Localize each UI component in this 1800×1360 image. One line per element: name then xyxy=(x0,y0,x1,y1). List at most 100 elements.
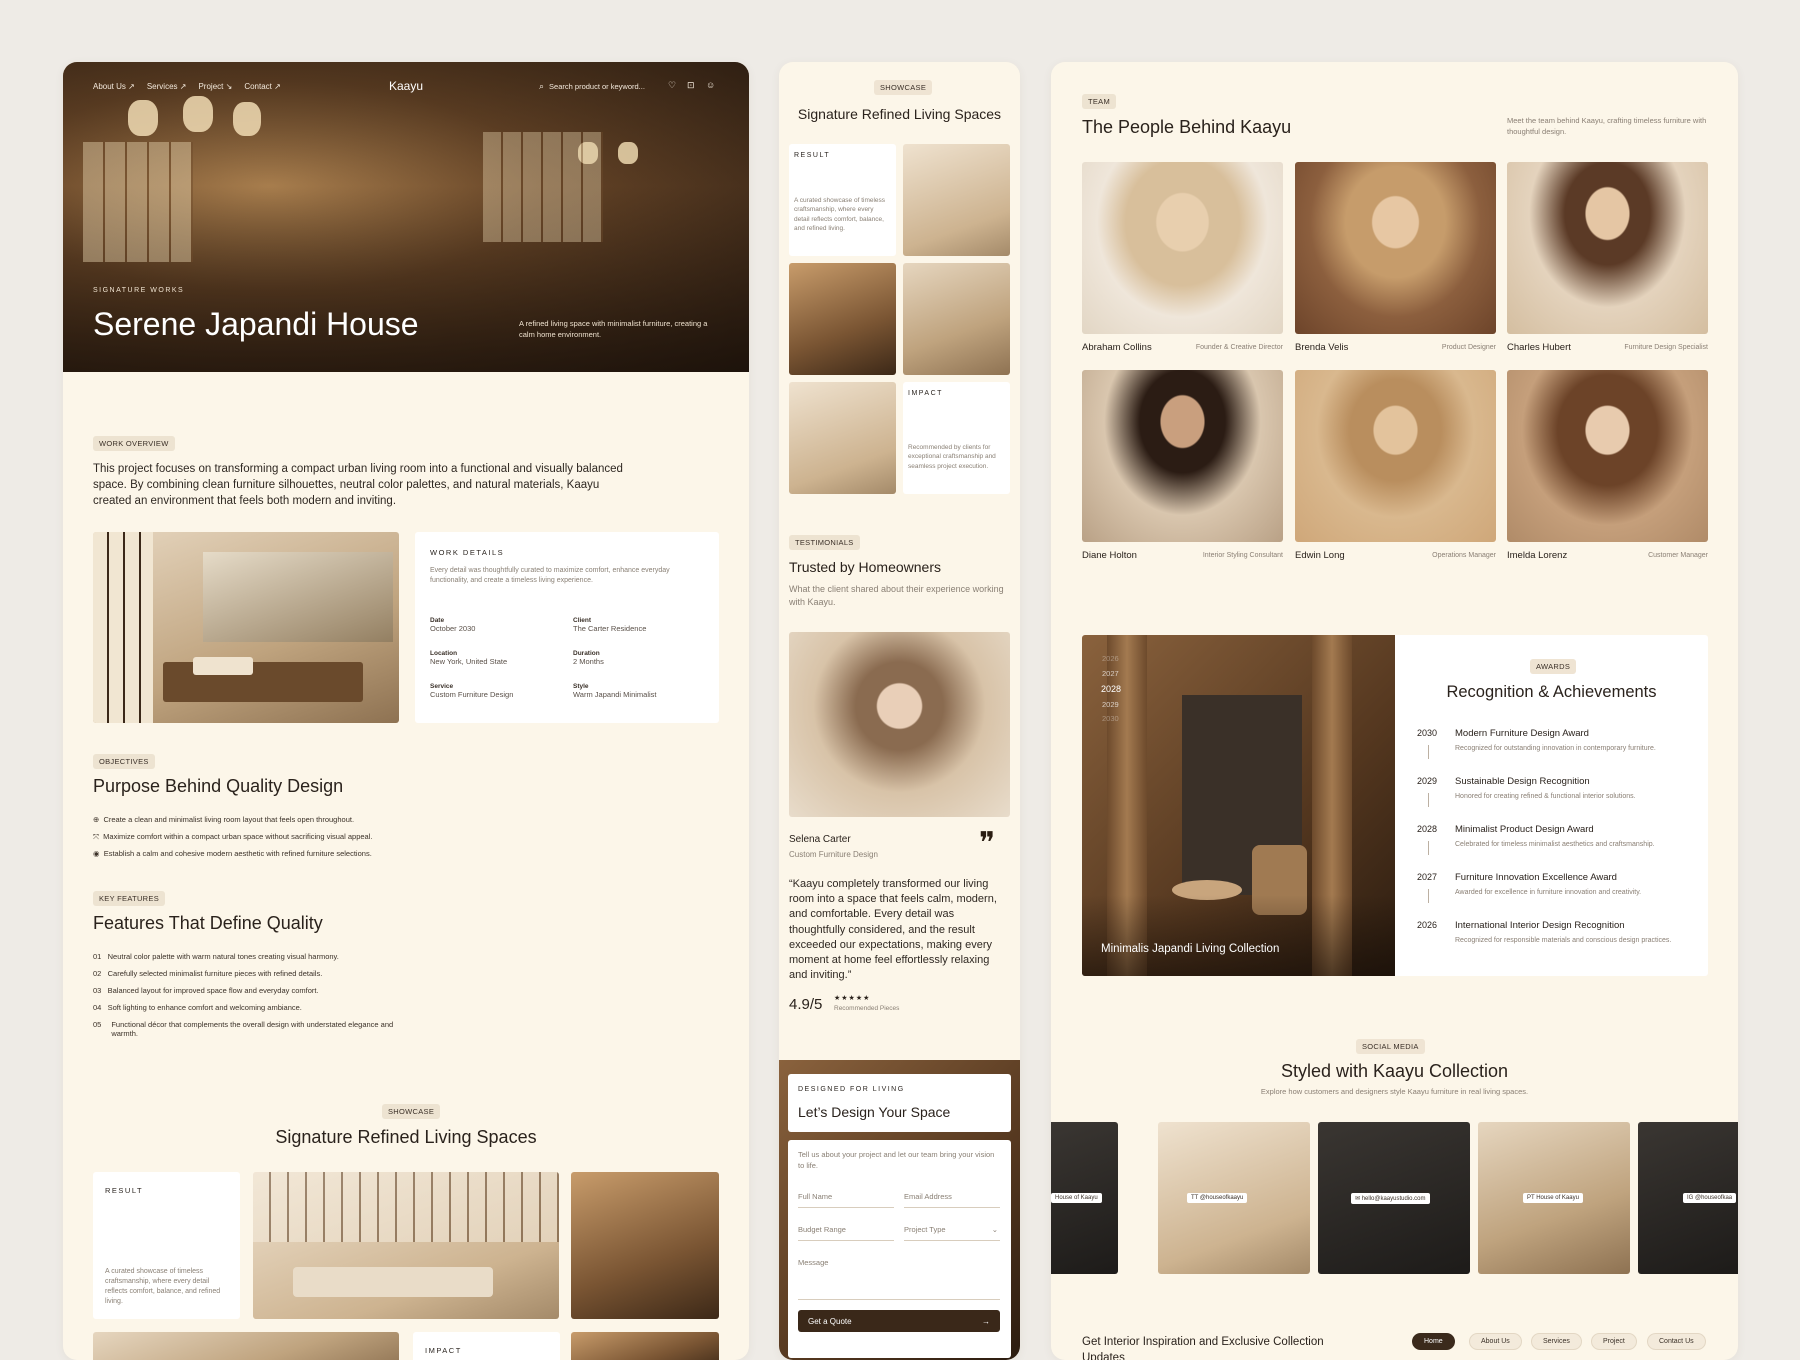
social-title: Styled with Kaayu Collection xyxy=(1280,1061,1509,1081)
message-field[interactable]: Message xyxy=(798,1258,1000,1300)
impact-label: IMPACT xyxy=(908,390,943,397)
full-name-field[interactable]: Full Name xyxy=(798,1192,894,1208)
email-field[interactable]: Email Address xyxy=(904,1192,1000,1208)
impact-label: IMPACT xyxy=(425,1346,462,1355)
social-subtitle: Explore how customers and designers styl… xyxy=(1260,1087,1529,1096)
award-desc: Recognized for responsible materials and… xyxy=(1455,937,1672,944)
member-name: Brenda Velis xyxy=(1295,342,1349,353)
showcase-image xyxy=(903,263,1010,375)
contact-eyebrow: DESIGNED FOR LIVING xyxy=(798,1086,905,1093)
project-type-select[interactable]: Project Type ⌄ xyxy=(904,1225,1000,1241)
footer-nav-about[interactable]: About Us xyxy=(1469,1333,1522,1350)
features-title: Features That Define Quality xyxy=(93,913,323,933)
member-name: Charles Hubert xyxy=(1507,342,1571,353)
work-details-desc: Every detail was thoughtfully curated to… xyxy=(430,567,670,585)
member-photo xyxy=(1082,162,1283,334)
overview-image xyxy=(93,532,399,723)
showcase-tag: SHOWCASE xyxy=(382,1104,441,1119)
award-year: 2030 xyxy=(1417,728,1438,738)
awards-tag: AWARDS xyxy=(1530,659,1577,674)
social-handle: IG @houseofkaa xyxy=(1683,1193,1737,1203)
project-detail-page: About Us ↗ Services ↗ Project ↘ Contact … xyxy=(63,62,749,1360)
footer-nav-services[interactable]: Services xyxy=(1531,1333,1582,1350)
member-name: Imelda Lorenz xyxy=(1507,550,1568,561)
footer-nav-project[interactable]: Project xyxy=(1591,1333,1637,1350)
award-year: 2027 xyxy=(1417,872,1438,882)
showcase-image xyxy=(903,144,1010,256)
team-title: The People Behind Kaayu xyxy=(1082,117,1292,137)
award-title: Sustainable Design Recognition xyxy=(1455,776,1590,787)
search-bar[interactable]: ⌕ Search product or keyword... xyxy=(539,81,645,92)
detail-service: Service Custom Furniture Design xyxy=(430,683,514,699)
awards-image-caption: Minimalis Japandi Living Collection xyxy=(1101,943,1280,955)
social-tag: SOCIAL MEDIA xyxy=(1356,1039,1425,1054)
social-handle: ✉ hello@kaayustudio.com xyxy=(1351,1193,1430,1204)
award-title: Minimalist Product Design Award xyxy=(1455,824,1594,835)
member-photo xyxy=(1082,370,1283,542)
award-desc: Recognized for outstanding innovation in… xyxy=(1455,745,1656,752)
showcase-image-bottom xyxy=(93,1332,399,1360)
user-icon[interactable]: ☺ xyxy=(706,80,715,90)
showcase-title: Signature Refined Living Spaces xyxy=(797,106,1002,122)
objectives-title: Purpose Behind Quality Design xyxy=(93,776,344,796)
timeline-year: 2026 xyxy=(1102,654,1119,663)
rating-score: 4.9/5 xyxy=(789,996,823,1013)
work-details-card: WORK DETAILS Every detail was thoughtful… xyxy=(415,532,719,723)
awards-title: Recognition & Achievements xyxy=(1446,683,1657,701)
impact-card: IMPACT xyxy=(413,1332,560,1360)
footer-nav-home[interactable]: Home xyxy=(1412,1333,1455,1350)
award-title: International Interior Design Recognitio… xyxy=(1455,920,1625,931)
contact-title: Let’s Design Your Space xyxy=(798,1104,951,1120)
team-tag: TEAM xyxy=(1082,94,1117,109)
rating-caption: Recommended Pieces xyxy=(834,1005,900,1012)
showcase-image-main xyxy=(253,1172,559,1319)
detail-style: Style Warm Japandi Minimalist xyxy=(573,683,657,699)
member-role: Interior Styling Consultant xyxy=(1202,552,1283,559)
testimonials-subtitle: What the client shared about their exper… xyxy=(789,584,1004,607)
testimonial-role: Custom Furniture Design xyxy=(789,850,878,859)
award-desc: Celebrated for timeless minimalist aesth… xyxy=(1455,841,1655,848)
nav-contact[interactable]: Contact ↗ xyxy=(244,82,281,91)
brand-logo[interactable]: Kaayu xyxy=(389,79,423,93)
member-role: Operations Manager xyxy=(1432,552,1496,559)
feature-item: 04 Soft lighting to enhance comfort and … xyxy=(93,1003,302,1012)
nav-about[interactable]: About Us ↗ xyxy=(93,82,135,91)
showcase-image xyxy=(789,263,896,375)
member-role: Furniture Design Specialist xyxy=(1624,344,1708,351)
search-icon: ⌕ xyxy=(539,81,545,91)
award-desc: Awarded for excellence in furniture inno… xyxy=(1455,889,1642,896)
cart-icon[interactable]: ⊡ xyxy=(687,80,695,91)
features-tag: KEY FEATURES xyxy=(93,891,166,906)
member-role: Founder & Creative Director xyxy=(1195,344,1283,351)
award-title: Furniture Innovation Excellence Award xyxy=(1455,872,1617,883)
nav-project[interactable]: Project ↘ xyxy=(198,82,232,91)
award-title: Modern Furniture Design Award xyxy=(1455,728,1589,739)
heart-icon[interactable]: ♡ xyxy=(668,80,676,91)
testimonial-quote: “Kaayu completely transformed our living… xyxy=(789,878,997,982)
timeline-year-active: 2028 xyxy=(1101,684,1122,694)
contact-header-card: DESIGNED FOR LIVING Let’s Design Your Sp… xyxy=(788,1074,1011,1132)
award-year: 2026 xyxy=(1417,920,1438,930)
result-text: A curated showcase of timeless craftsman… xyxy=(794,197,886,233)
overview-text: This project focuses on transforming a c… xyxy=(93,463,623,508)
feature-item: 03 Balanced layout for improved space fl… xyxy=(93,986,319,995)
get-quote-button[interactable]: Get a Quote → xyxy=(798,1310,1000,1332)
nav-services[interactable]: Services ↗ xyxy=(147,82,187,91)
member-photo xyxy=(1507,162,1708,334)
social-handle: House of Kaayu xyxy=(1051,1193,1102,1203)
objective-item: ⊕ Create a clean and minimalist living r… xyxy=(93,815,355,824)
team-desc: Meet the team behind Kaayu, crafting tim… xyxy=(1507,116,1707,136)
showcase-title: Signature Refined Living Spaces xyxy=(275,1127,537,1147)
newsletter-heading: Get Interior Inspiration and Exclusive C… xyxy=(1082,1336,1324,1360)
search-input[interactable]: Search product or keyword... xyxy=(549,82,645,91)
footer-nav-contact[interactable]: Contact Us xyxy=(1647,1333,1706,1350)
award-year: 2029 xyxy=(1417,776,1438,786)
showcase-tag: SHOWCASE xyxy=(874,80,933,95)
social-handle: PT House of Kaayu xyxy=(1523,1193,1583,1203)
member-photo xyxy=(1295,162,1496,334)
result-label: RESULT xyxy=(105,1186,144,1195)
about-page: TEAM The People Behind Kaayu Meet the te… xyxy=(1051,62,1738,1360)
impact-text: Recommended by clients for exceptional c… xyxy=(908,444,996,470)
budget-field[interactable]: Budget Range xyxy=(798,1225,894,1241)
rating-stars: ★★★★★ xyxy=(834,995,871,1002)
